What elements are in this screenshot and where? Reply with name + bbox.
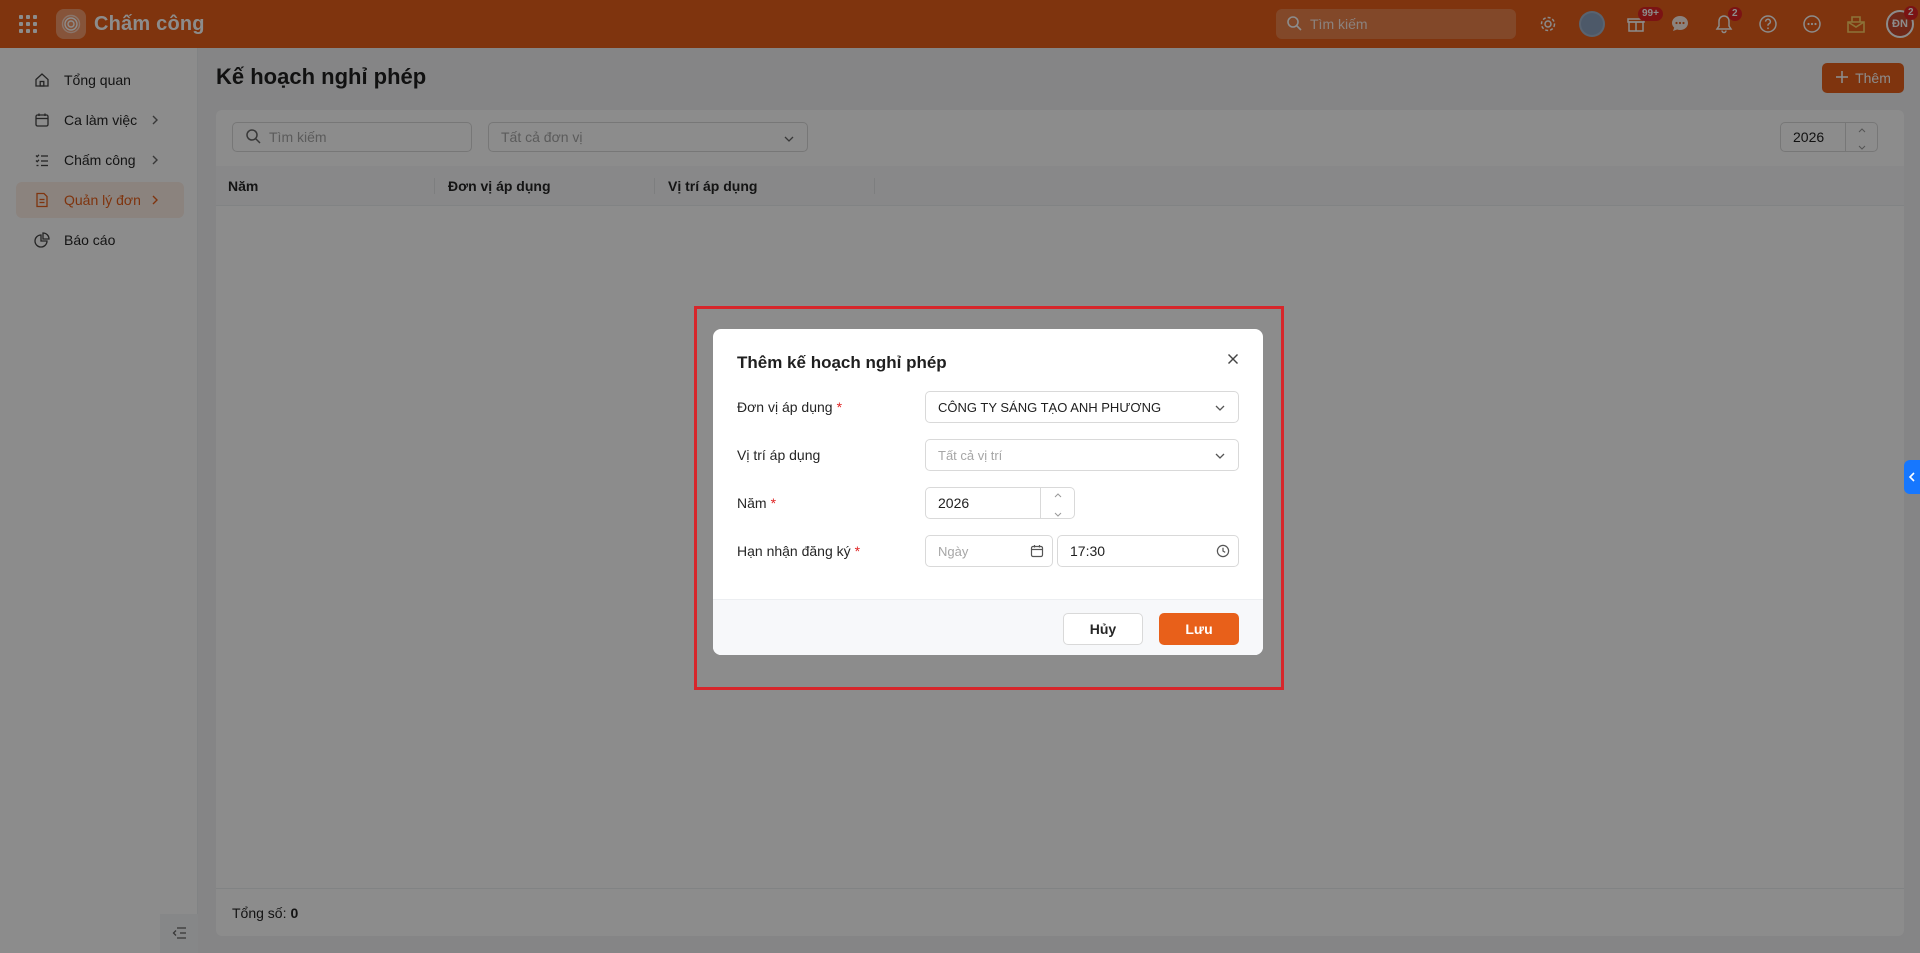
save-button[interactable]: Lưu (1159, 613, 1239, 645)
year-stepper[interactable]: 2026 (925, 487, 1075, 519)
chevron-down-icon (1214, 402, 1226, 417)
position-select[interactable]: Tất cả vị trí (925, 439, 1239, 471)
close-icon[interactable] (1221, 347, 1245, 371)
year-field-label: Năm * (737, 495, 777, 511)
chevron-left-icon (1908, 469, 1916, 485)
modal-footer: Hủy Lưu (713, 599, 1263, 655)
clock-icon (1216, 544, 1230, 561)
side-panel-toggle[interactable] (1904, 460, 1920, 494)
unit-field-label: Đơn vị áp dụng * (737, 399, 843, 415)
position-field-row: Vị trí áp dụng Tất cả vị trí (737, 439, 1239, 471)
calendar-icon (1030, 544, 1044, 561)
deadline-time-input[interactable]: 17:30 (1057, 535, 1239, 567)
modal-title: Thêm kế hoạch nghỉ phép (737, 353, 947, 372)
chevron-down-icon (1214, 450, 1226, 465)
deadline-field-label: Hạn nhận đăng ký * (737, 543, 861, 559)
cancel-button[interactable]: Hủy (1063, 613, 1143, 645)
position-select-placeholder: Tất cả vị trí (938, 447, 1003, 463)
year-stepper-value: 2026 (938, 495, 970, 511)
unit-field-row: Đơn vị áp dụng * CÔNG TY SÁNG TẠO ANH PHƯ… (737, 391, 1239, 423)
deadline-date-placeholder: Ngày (938, 543, 969, 559)
chevron-down-icon[interactable] (1054, 505, 1062, 521)
add-leave-plan-modal: Thêm kế hoạch nghỉ phép Đơn vị áp dụng * … (713, 329, 1263, 655)
year-field-row: Năm * 2026 (737, 487, 1239, 519)
chevron-up-icon[interactable] (1054, 485, 1062, 501)
unit-select-value: CÔNG TY SÁNG TẠO ANH PHƯƠNG (938, 399, 1162, 415)
unit-select[interactable]: CÔNG TY SÁNG TẠO ANH PHƯƠNG (925, 391, 1239, 423)
deadline-field-row: Hạn nhận đăng ký * Ngày 17:30 (737, 535, 1239, 567)
position-field-label: Vị trí áp dụng (737, 447, 821, 463)
deadline-date-input[interactable]: Ngày (925, 535, 1053, 567)
deadline-time-value: 17:30 (1070, 543, 1106, 559)
